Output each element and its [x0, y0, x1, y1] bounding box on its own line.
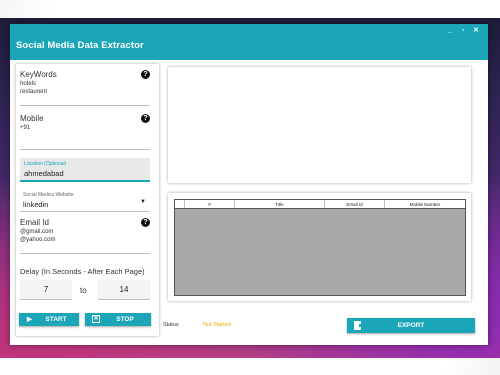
email-line: @yahoo.com [20, 236, 56, 243]
column-header[interactable]: Title [235, 200, 325, 208]
mobile-underline [20, 149, 150, 150]
stop-button[interactable]: ✕ STOP [85, 313, 151, 326]
close-icon[interactable]: ✕ [472, 27, 480, 35]
keyword-line: restaurent [20, 88, 48, 95]
keywords-help-icon[interactable]: ? [141, 70, 150, 79]
location-label: Location (Optional) [24, 161, 67, 167]
dropdown-arrow-icon[interactable]: ▼ [140, 199, 146, 205]
start-button[interactable]: ▶ START [19, 313, 79, 326]
app-title: Social Media Data Extractor [16, 40, 144, 51]
minimize-icon[interactable]: _ [446, 27, 454, 35]
preview-panel [168, 67, 471, 183]
email-label: Email Id [20, 218, 49, 227]
email-help-icon[interactable]: ? [141, 218, 150, 227]
mobile-value[interactable]: +91 [20, 125, 150, 133]
row-selector-header [175, 200, 185, 208]
keywords-underline [20, 105, 150, 106]
export-button[interactable]: EXPORT [347, 318, 475, 333]
email-value[interactable]: @gmail.com @yahoo.com [20, 229, 150, 244]
delay-label: Delay (In Seconds - After Each Page) [20, 267, 145, 276]
delay-from-input[interactable]: 7 [20, 280, 72, 300]
column-header[interactable]: # [185, 200, 235, 208]
stop-button-label: STOP [116, 316, 134, 323]
results-panel: # Title Email Id Mobile Number [168, 193, 471, 301]
website-underline [20, 211, 150, 212]
start-button-label: START [45, 316, 67, 323]
location-input[interactable]: ahmedabad [24, 169, 64, 178]
delay-to-input[interactable]: 14 [98, 280, 150, 300]
website-select-value[interactable]: linkedin [23, 200, 48, 209]
status-value: Not Started [203, 322, 231, 328]
maximize-icon[interactable]: ▫ [459, 27, 467, 35]
mobile-field[interactable]: Mobile ? +91 [20, 114, 150, 150]
email-line: @gmail.com [20, 229, 54, 235]
export-button-label: EXPORT [397, 322, 425, 329]
delay-to-label: to [80, 286, 87, 295]
input-panel: KeyWords ? hotels restaurent Mobile ? +9… [16, 64, 159, 336]
website-select[interactable]: Social Medica Website linkedin ▼ [20, 190, 150, 212]
mobile-help-icon[interactable]: ? [141, 114, 150, 123]
keywords-value[interactable]: hotels restaurent [20, 81, 150, 96]
table-header: # Title Email Id Mobile Number [175, 200, 465, 209]
status-label: Status [163, 322, 179, 328]
title-bar: Social Media Data Extractor _ ▫ ✕ [10, 24, 488, 60]
location-field[interactable]: Location (Optional) ahmedabad [20, 158, 150, 182]
app-window: Social Media Data Extractor _ ▫ ✕ KeyWor… [10, 24, 488, 345]
email-field[interactable]: Email Id ? @gmail.com @yahoo.com [20, 218, 150, 254]
results-table[interactable]: # Title Email Id Mobile Number [174, 199, 466, 296]
keyword-line: hotels [20, 81, 37, 87]
column-header[interactable]: Mobile Number [385, 200, 465, 208]
column-header[interactable]: Email Id [325, 200, 385, 208]
email-underline [20, 253, 150, 254]
mobile-label: Mobile [20, 114, 44, 123]
keywords-label: KeyWords [20, 70, 57, 79]
keywords-field[interactable]: KeyWords ? hotels restaurent [20, 70, 150, 106]
website-select-label: Social Medica Website [23, 192, 74, 198]
window-controls: _ ▫ ✕ [446, 27, 480, 35]
